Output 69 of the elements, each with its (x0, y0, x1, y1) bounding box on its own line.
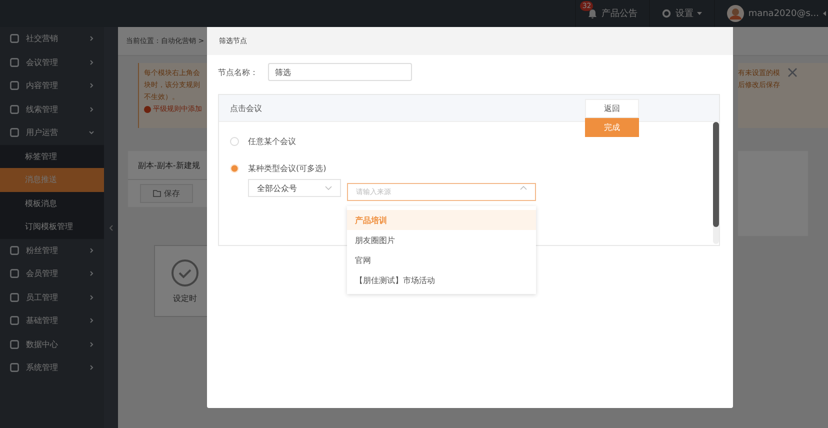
chevron-icon (89, 60, 94, 65)
chevron-icon (89, 130, 94, 136)
sidebar-item[interactable]: 内容管理 (0, 74, 104, 98)
option-label: 某种类型会议(可多选) (248, 162, 326, 174)
chevron-icon (89, 106, 94, 112)
bell-icon (588, 8, 598, 18)
sidebar-item[interactable]: 基础管理 (0, 309, 104, 332)
menu-square-icon (10, 104, 19, 114)
caret-icon (697, 12, 702, 15)
folder-icon (153, 190, 161, 197)
done-button[interactable]: 完成 (585, 118, 639, 137)
chevron-down-icon (325, 186, 332, 190)
announcements-link[interactable]: 产品公告 (601, 7, 638, 20)
menu-square-icon (10, 292, 19, 302)
menu-square-icon (10, 34, 19, 44)
sidebar-item[interactable]: 员工管理 (0, 286, 104, 309)
save-button[interactable]: 保存 (140, 184, 193, 203)
chevron-icon (89, 83, 94, 88)
sidebar-item[interactable]: 粉丝管理 (0, 238, 104, 262)
field-label: 节点名称： (218, 66, 258, 78)
close-icon[interactable] (788, 68, 797, 77)
sidebar-item[interactable]: 系统管理 (0, 356, 104, 380)
gear-icon (662, 9, 672, 18)
scrollbar[interactable] (713, 122, 719, 244)
sidebar-item[interactable]: 会员管理 (0, 262, 104, 286)
menu-square-icon (10, 128, 19, 138)
chevron-icon (89, 365, 94, 370)
menu-square-icon (10, 363, 19, 372)
sidebar-item[interactable]: 社交营销 (0, 27, 104, 50)
node-name-input[interactable]: 筛选 (268, 63, 412, 81)
menu-square-icon (10, 316, 19, 326)
sidebar-item[interactable]: 数据中心 (0, 332, 104, 356)
dropdown-option[interactable]: 【朋佳测试】市场活动 (347, 270, 536, 290)
sidebar-item[interactable]: 线索管理 (0, 98, 104, 121)
dropdown-option[interactable]: 朋友圈图片 (347, 230, 536, 250)
rule-title: 副本-副本-新建规 (138, 160, 200, 170)
radio-button[interactable] (230, 136, 239, 146)
node-label: 设定时 (173, 292, 197, 304)
dropdown-option[interactable]: 官网 (347, 250, 536, 270)
radio-button[interactable] (230, 164, 239, 172)
warning-icon (144, 106, 151, 112)
chevron-icon (89, 248, 94, 253)
settings-menu[interactable]: 设置 (675, 7, 694, 20)
chevron-icon (89, 342, 94, 347)
chevron-icon (89, 318, 94, 324)
back-button[interactable]: 返回 (585, 99, 639, 118)
chevron-icon (89, 36, 94, 42)
chevron-icon (520, 186, 527, 190)
chevron-left-icon (109, 224, 113, 230)
chevron-icon (89, 294, 94, 300)
option-label: 任意某个会议 (248, 136, 296, 146)
sidebar-item[interactable]: 会议管理 (0, 50, 104, 74)
panel-title: 点击会议 (230, 102, 262, 114)
menu-square-icon (10, 58, 19, 67)
user-menu[interactable]: mana2020@s... (748, 8, 819, 18)
sidebar-subitem[interactable]: 模板消息 (0, 192, 104, 215)
sidebar-subitem[interactable]: 标签管理 (0, 144, 104, 168)
menu-square-icon (10, 340, 19, 349)
check-circle-icon (171, 258, 199, 286)
menu-square-icon (10, 81, 19, 90)
sidebar-item[interactable]: 用户运营 (0, 121, 104, 144)
caret-icon (823, 11, 826, 16)
menu-square-icon (10, 246, 19, 255)
account-select[interactable]: 全部公众号 (248, 179, 341, 197)
avatar-icon (727, 5, 744, 22)
chevron-icon (89, 271, 94, 276)
dropdown-option[interactable]: 产品培训 (347, 210, 536, 230)
sidebar-subitem[interactable]: 订阅模板管理 (0, 215, 104, 238)
menu-square-icon (10, 269, 19, 278)
